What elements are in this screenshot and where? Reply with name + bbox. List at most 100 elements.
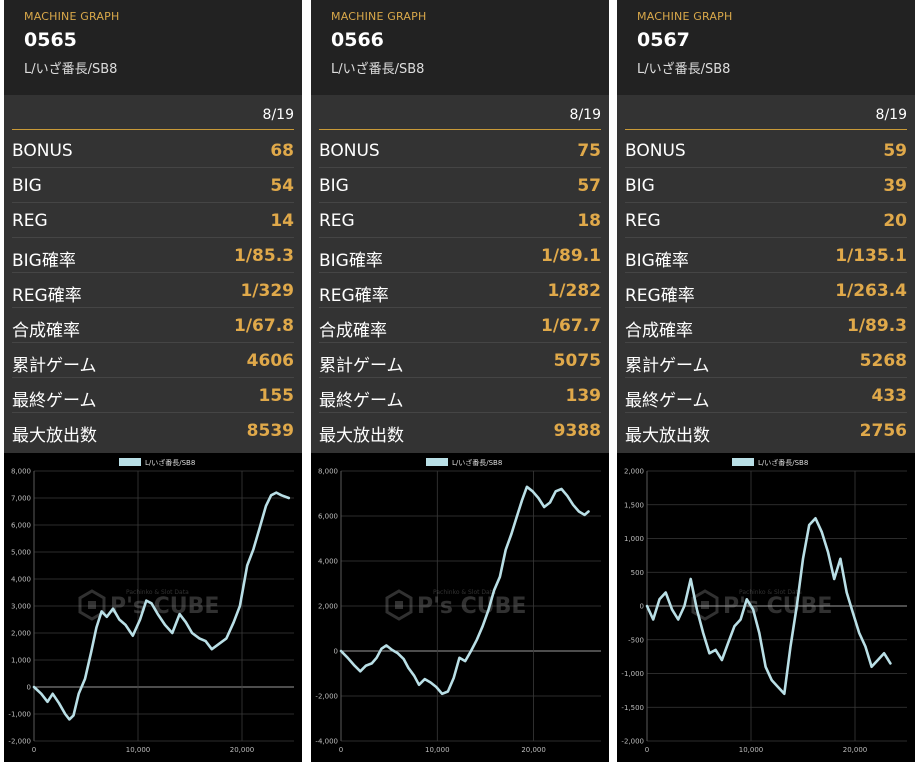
y-tick-label: -500: [628, 636, 644, 644]
stat-label: 累計ゲーム: [319, 356, 404, 376]
date-label: 8/19: [569, 107, 601, 123]
stat-row: BONUS 68: [12, 133, 294, 168]
y-tick-label: -2,000: [315, 693, 338, 701]
stat-row: BIG確率 1/89.1: [319, 238, 601, 273]
stat-label: BIG: [319, 176, 349, 196]
stat-value: 155: [258, 386, 295, 406]
stat-label: 合成確率: [625, 321, 693, 341]
x-tick-label: 20,000: [843, 746, 868, 754]
stat-value: 1/89.3: [847, 316, 907, 336]
panel-header: MACHINE GRAPH 0566 L/いざ番長/SB8: [311, 0, 609, 95]
legend-label: L/いざ番長/SB8: [758, 458, 808, 467]
stat-row: REG確率 1/282: [319, 273, 601, 308]
stat-value: 139: [565, 386, 602, 406]
stat-row: BONUS 59: [625, 133, 907, 168]
stat-row: 合成確率 1/67.8: [12, 308, 294, 343]
stat-row: REG確率 1/263.4: [625, 273, 907, 308]
y-tick-label: 6,000: [11, 522, 31, 530]
watermark-tagline: Pachinko & Slot Data: [126, 589, 189, 596]
watermark-tagline: Pachinko & Slot Data: [739, 589, 802, 596]
stat-label: REG確率: [12, 286, 82, 306]
stat-label: 最終ゲーム: [319, 391, 404, 411]
y-tick-label: 1,500: [624, 501, 644, 509]
machine-panel: MACHINE GRAPH 0565 L/いざ番長/SB8 8/19 BONUS 68 BI…: [4, 0, 302, 762]
x-tick-label: 0: [339, 746, 343, 754]
payout-chart: -4,000 -2,000 0 2,000 4,000 6,000 8,000 0 10,000…: [311, 453, 609, 762]
chart-svg: -2,000 -1,000 0 1,000 2,000 3,000 4,000 5,000 6,…: [8, 458, 294, 754]
stat-value: 59: [883, 141, 907, 161]
stat-value: 1/85.3: [234, 246, 294, 266]
y-tick-label: 8,000: [11, 468, 31, 476]
stat-value: 4606: [246, 351, 294, 371]
watermark-brand: P's CUBE: [110, 594, 219, 619]
watermark-tagline: Pachinko & Slot Data: [433, 589, 496, 596]
date-label: 8/19: [262, 107, 294, 123]
stat-value: 9388: [553, 421, 601, 441]
y-tick-label: 8,000: [318, 468, 338, 476]
x-tick-label: 20,000: [521, 746, 546, 754]
y-tick-label: 4,000: [11, 576, 31, 584]
y-tick-label: 4,000: [318, 558, 338, 566]
section-label: MACHINE GRAPH: [331, 10, 427, 23]
chart-svg: -4,000 -2,000 0 2,000 4,000 6,000 8,000 0 10,000…: [315, 458, 601, 754]
stat-row: BONUS 75: [319, 133, 601, 168]
stat-row: 最大放出数 9388: [319, 413, 601, 448]
watermark-logo: P's CUBEPachinko & Slot Data: [385, 589, 526, 621]
machine-panel: MACHINE GRAPH 0566 L/いざ番長/SB8 8/19 BONUS 75 BI…: [311, 0, 609, 762]
section-label: MACHINE GRAPH: [24, 10, 120, 23]
stat-value: 1/67.8: [234, 316, 294, 336]
y-tick-label: 1,000: [11, 657, 31, 665]
model-name: L/いざ番長/SB8: [331, 62, 425, 77]
model-name: L/いざ番長/SB8: [24, 62, 118, 77]
y-tick-label: 500: [631, 569, 644, 577]
stat-value: 1/263.4: [835, 281, 907, 301]
stat-label: 最終ゲーム: [12, 391, 97, 411]
y-tick-label: 0: [27, 684, 31, 692]
x-tick-label: 0: [645, 746, 649, 754]
stat-row: BIG 54: [12, 168, 294, 203]
stat-row: 累計ゲーム 5268: [625, 343, 907, 378]
y-tick-label: 6,000: [318, 513, 338, 521]
stat-row: REG 18: [319, 203, 601, 238]
stat-value: 1/329: [240, 281, 294, 301]
y-tick-label: -4,000: [315, 738, 338, 746]
stat-label: 累計ゲーム: [12, 356, 97, 376]
stat-row: 最終ゲーム 433: [625, 378, 907, 413]
stat-value: 2756: [859, 421, 907, 441]
stat-label: BONUS: [12, 141, 73, 161]
stat-label: 合成確率: [12, 321, 80, 341]
y-tick-label: 7,000: [11, 495, 31, 503]
y-tick-label: 3,000: [11, 603, 31, 611]
stat-label: 累計ゲーム: [625, 356, 710, 376]
stat-label: BIG確率: [319, 251, 383, 271]
stat-value: 5075: [553, 351, 601, 371]
y-tick-label: 1,000: [624, 535, 644, 543]
stat-row: 最大放出数 8539: [12, 413, 294, 448]
legend-label: L/いざ番長/SB8: [145, 458, 195, 467]
x-tick-label: 10,000: [126, 746, 151, 754]
stat-row: 最終ゲーム 139: [319, 378, 601, 413]
stat-value: 68: [270, 141, 294, 161]
y-tick-label: 5,000: [11, 549, 31, 557]
stat-row: 累計ゲーム 5075: [319, 343, 601, 378]
stat-value: 39: [883, 176, 907, 196]
stat-row: 累計ゲーム 4606: [12, 343, 294, 378]
stat-row: 最終ゲーム 155: [12, 378, 294, 413]
stat-row: BIG 39: [625, 168, 907, 203]
y-tick-label: -1,000: [8, 711, 31, 719]
stat-row: 合成確率 1/67.7: [319, 308, 601, 343]
y-tick-label: -2,000: [8, 738, 31, 746]
model-name: L/いざ番長/SB8: [637, 62, 731, 77]
stat-label: REG確率: [319, 286, 389, 306]
y-tick-label: 2,000: [624, 468, 644, 476]
machine-number: 0565: [24, 29, 77, 51]
stat-value: 1/135.1: [835, 246, 907, 266]
stat-value: 18: [577, 211, 601, 231]
stat-value: 54: [270, 176, 294, 196]
y-tick-label: 2,000: [11, 630, 31, 638]
y-tick-label: 0: [640, 603, 644, 611]
stat-row: BIG確率 1/135.1: [625, 238, 907, 273]
stat-value: 433: [871, 386, 908, 406]
stat-label: 最大放出数: [319, 426, 404, 446]
stat-label: 合成確率: [319, 321, 387, 341]
